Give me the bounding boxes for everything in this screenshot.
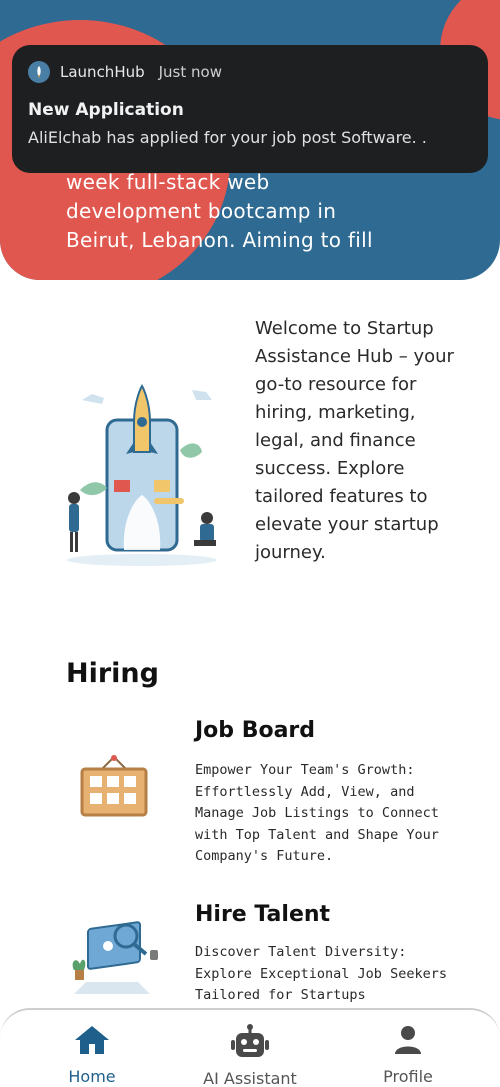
robot-icon <box>230 1024 270 1063</box>
hire-talent-description: Discover Talent Diversity: Explore Excep… <box>195 944 447 1003</box>
notification-body: AliElchab has applied for your job post … <box>28 128 427 147</box>
notification-time: Just now <box>158 63 222 81</box>
job-board-description: Empower Your Team's Growth: Effortlessly… <box>195 762 439 864</box>
notification-title: New Application <box>28 100 184 120</box>
hire-talent-icon[interactable] <box>68 920 158 1000</box>
nav-item-profile[interactable]: Profile <box>338 1010 478 1087</box>
nav-label-home: Home <box>68 1067 116 1086</box>
job-board-title[interactable]: Job Board <box>195 718 315 743</box>
notification-app-name: LaunchHub <box>60 63 145 81</box>
nav-item-home[interactable]: Home <box>22 1010 162 1087</box>
notification-banner[interactable]: LaunchHub Just now New Application AliEl… <box>12 45 488 173</box>
welcome-text: Welcome to Startup Assistance Hub – your… <box>255 318 454 563</box>
bottom-navigation: Home AI Assistant Profile <box>0 1008 500 1087</box>
hero-text: week full-stack web development bootcamp… <box>66 170 373 252</box>
nav-item-ai-assistant[interactable]: AI Assistant <box>180 1010 320 1087</box>
rocket-icon <box>28 61 50 83</box>
nav-label-profile: Profile <box>383 1067 433 1086</box>
job-board-icon[interactable] <box>78 755 150 819</box>
hire-talent-title[interactable]: Hire Talent <box>195 902 330 927</box>
person-icon <box>391 1024 425 1061</box>
rocket-launch-illustration <box>62 370 222 570</box>
home-icon <box>73 1024 111 1061</box>
section-title-hiring: Hiring <box>66 658 159 689</box>
nav-label-ai-assistant: AI Assistant <box>203 1069 297 1087</box>
